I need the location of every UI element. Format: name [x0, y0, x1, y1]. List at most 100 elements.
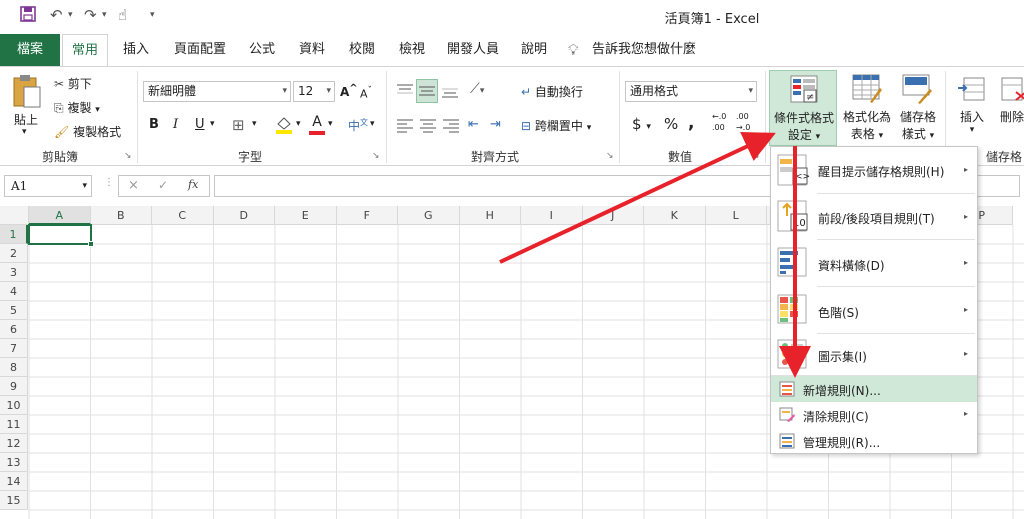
tab-formulas[interactable]: 公式 — [240, 34, 284, 66]
select-all-corner[interactable] — [0, 206, 29, 225]
font-color-dropdown-icon[interactable]: ▾ — [328, 119, 333, 129]
tab-view[interactable]: 檢視 — [390, 34, 434, 66]
alignment-launcher-icon[interactable]: ↘ — [606, 151, 614, 161]
column-header[interactable]: A — [29, 206, 91, 225]
column-header[interactable]: D — [213, 206, 275, 225]
row-header[interactable]: 4 — [0, 282, 28, 301]
fill-color-icon[interactable] — [274, 115, 294, 135]
column-header[interactable]: I — [521, 206, 583, 225]
phonetic-guide-button[interactable]: 中文 — [348, 117, 368, 134]
format-painter-button[interactable]: 🖌︎ 複製格式 — [54, 123, 121, 140]
insert-function-icon[interactable]: fx — [188, 178, 198, 191]
cell-styles-button[interactable]: 儲存格 樣式 ▾ — [896, 70, 940, 146]
menu-item-clear-rules[interactable]: 清除規則(C) ▸ — [771, 402, 977, 428]
menu-item-color-scales[interactable]: 色階(S) ▸ — [771, 287, 977, 333]
column-header[interactable]: J — [582, 206, 644, 225]
menu-item-manage-rules[interactable]: 管理規則(R)... — [771, 428, 977, 454]
column-header[interactable]: C — [152, 206, 214, 225]
percent-button[interactable]: % — [664, 115, 678, 133]
wrap-text-button[interactable]: ↵ 自動換行 — [521, 83, 583, 100]
tab-page-layout[interactable]: 頁面配置 — [166, 34, 234, 66]
row-header[interactable]: 1 — [0, 225, 28, 244]
increase-indent-icon[interactable]: ⇥ — [490, 117, 501, 132]
row-header[interactable]: 9 — [0, 377, 28, 396]
bottom-align-icon[interactable] — [440, 81, 460, 101]
row-header[interactable]: 10 — [0, 396, 28, 415]
menu-item-icon-sets[interactable]: 圖示集(I) ▸ — [771, 334, 977, 376]
shrink-font-button[interactable]: Aˇ — [360, 85, 372, 101]
font-launcher-icon[interactable]: ↘ — [372, 151, 380, 161]
tab-insert[interactable]: 插入 — [114, 34, 158, 66]
font-color-icon[interactable]: A — [308, 114, 326, 136]
menu-item-data-bars[interactable]: 資料橫條(D) ▸ — [771, 240, 977, 286]
column-header[interactable]: B — [90, 206, 152, 225]
middle-align-icon[interactable] — [416, 79, 438, 103]
bold-button[interactable]: B — [149, 117, 159, 132]
decrease-indent-icon[interactable]: ⇤ — [468, 117, 479, 132]
fill-handle[interactable] — [87, 241, 94, 247]
row-header[interactable]: 5 — [0, 301, 28, 320]
column-header[interactable]: G — [398, 206, 460, 225]
column-header[interactable]: E — [275, 206, 337, 225]
font-name-select[interactable]: 新細明體 ▾ — [143, 81, 291, 102]
number-launcher-icon[interactable]: ↘ — [752, 151, 760, 161]
row-header[interactable]: 15 — [0, 491, 28, 510]
cut-button[interactable]: ✂ 剪下 — [54, 75, 92, 92]
align-center-icon[interactable] — [418, 115, 438, 135]
delete-cells-button[interactable]: 刪除 — [996, 70, 1024, 146]
row-header[interactable]: 14 — [0, 472, 28, 491]
border-icon[interactable]: ⊞ — [232, 116, 245, 134]
decrease-decimal-button[interactable]: .00 →.0 — [736, 111, 750, 133]
phonetic-dropdown-icon[interactable]: ▾ — [370, 119, 375, 129]
name-box[interactable]: A1 ▾ — [4, 175, 92, 197]
menu-item-highlight-rules[interactable]: <> 醒目提示儲存格規則(H) ▸ — [771, 147, 977, 193]
menu-item-top-bottom-rules[interactable]: 10 前段/後段項目規則(T) ▸ — [771, 194, 977, 240]
row-header[interactable]: 2 — [0, 244, 28, 263]
orientation-icon[interactable]: ⟋▾ — [470, 81, 484, 97]
tab-file[interactable]: 檔案 — [0, 34, 60, 66]
underline-dropdown-icon[interactable]: ▾ — [210, 119, 215, 129]
conditional-formatting-button[interactable]: ≠ 條件式格式 設定 ▾ — [769, 70, 837, 146]
comma-button[interactable]: , — [688, 113, 694, 133]
paste-dropdown-icon[interactable]: ▾ — [22, 127, 27, 137]
align-right-icon[interactable] — [441, 115, 461, 135]
menu-item-new-rule[interactable]: 新增規則(N)... — [771, 376, 977, 402]
paste-icon[interactable] — [10, 73, 44, 111]
insert-cells-button[interactable]: 插入 ▾ — [952, 70, 992, 146]
number-format-select[interactable]: 通用格式 ▾ — [625, 81, 757, 102]
row-header[interactable]: 11 — [0, 415, 28, 434]
row-header[interactable]: 8 — [0, 358, 28, 377]
tab-home[interactable]: 常用 — [62, 34, 108, 67]
font-size-select[interactable]: 12 ▾ — [293, 81, 335, 102]
top-align-icon[interactable] — [395, 81, 415, 101]
increase-decimal-button[interactable]: ←.0.00 — [712, 111, 726, 133]
column-header[interactable]: K — [644, 206, 706, 225]
copy-button[interactable]: ⎘ 複製 ▾ — [54, 99, 100, 116]
row-header[interactable]: 7 — [0, 339, 28, 358]
selected-cell[interactable] — [28, 224, 94, 247]
cancel-icon[interactable]: × — [128, 178, 139, 193]
tell-me-search[interactable]: 告訴我您想做什麼 — [592, 34, 704, 66]
tab-review[interactable]: 校閱 — [340, 34, 384, 66]
underline-button[interactable]: U — [195, 117, 205, 132]
row-header[interactable]: 6 — [0, 320, 28, 339]
currency-button[interactable]: $ ▾ — [632, 115, 651, 133]
column-header[interactable]: H — [459, 206, 521, 225]
paste-button[interactable]: 貼上 — [14, 111, 38, 128]
row-header[interactable]: 12 — [0, 434, 28, 453]
grow-font-button[interactable]: A^ — [340, 83, 358, 99]
column-header[interactable]: F — [336, 206, 398, 225]
enter-icon[interactable]: ✓ — [158, 178, 168, 192]
clipboard-launcher-icon[interactable]: ↘ — [124, 151, 132, 161]
fill-color-dropdown-icon[interactable]: ▾ — [296, 119, 301, 129]
align-left-icon[interactable] — [395, 115, 415, 135]
italic-button[interactable]: I — [173, 117, 178, 132]
format-as-table-button[interactable]: 格式化為 表格 ▾ — [840, 70, 894, 146]
border-dropdown-icon[interactable]: ▾ — [252, 119, 257, 129]
tab-help[interactable]: 說明 — [512, 34, 556, 66]
tab-data[interactable]: 資料 — [290, 34, 334, 66]
tab-developer[interactable]: 開發人員 — [440, 34, 506, 66]
column-header[interactable]: L — [705, 206, 767, 225]
merge-center-button[interactable]: ⊟ 跨欄置中 ▾ — [521, 117, 591, 134]
row-header[interactable]: 13 — [0, 453, 28, 472]
